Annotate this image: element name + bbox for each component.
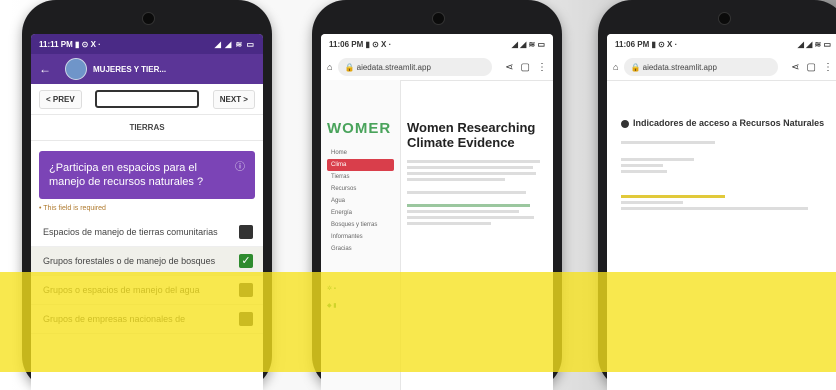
sidebar-item[interactable]: Home xyxy=(327,147,394,159)
survey-screen: 11:11 PM ▮ ⊙ X · ◢ ◢ ≋ ▭ ← MUJERES Y TIE… xyxy=(31,34,263,390)
more-icon[interactable]: ⋮ xyxy=(823,62,833,73)
status-bar: 11:11 PM ▮ ⊙ X · ◢ ◢ ≋ ▭ xyxy=(31,34,263,54)
option-label: Grupos o espacios de manejo del agua xyxy=(43,285,200,295)
sidebar-item[interactable]: Clima xyxy=(327,159,394,171)
sidebar-item[interactable]: Bosques y tierras xyxy=(327,219,394,231)
url-text: aiedata.streamlit.app xyxy=(356,62,431,72)
text-line xyxy=(407,172,536,175)
status-time: 11:06 PM ▮ ⊙ X · xyxy=(615,39,678,49)
status-icons: ◢ ◢ ≋ ▭ xyxy=(511,39,545,49)
text-line xyxy=(407,166,533,169)
sidebar-item[interactable]: Gracias xyxy=(327,243,394,255)
option-checkbox[interactable] xyxy=(239,225,253,239)
next-button[interactable]: NEXT > xyxy=(212,89,255,109)
sidebar-menu: Home Clima Tierras Recursos Agua Energía Bosqu… xyxy=(327,147,394,255)
tabs-icon[interactable]: ▢ xyxy=(521,62,530,73)
option-row[interactable]: Grupos de empresas nacionales de xyxy=(31,305,263,334)
sponsor-logo-icon: ✲ ▪ xyxy=(327,286,336,292)
text-line xyxy=(621,201,684,204)
status-time: 11:11 PM ▮ ⊙ X · xyxy=(39,39,101,49)
page-title: Women Researching Climate Evidence xyxy=(407,120,536,150)
text-line xyxy=(407,160,540,163)
option-label: Grupos forestales o de manejo de bosques xyxy=(43,256,216,266)
tabs-icon[interactable]: ▢ xyxy=(807,62,816,73)
sidebar-item[interactable]: Recursos xyxy=(327,183,394,195)
browser-bar: ⌂ 🔒 aiedata.streamlit.app ⋖ ▢ ⋮ xyxy=(607,54,836,81)
option-row[interactable]: Grupos forestales o de manejo de bosques… xyxy=(31,247,263,276)
option-label: Espacios de manejo de tierras comunitari… xyxy=(43,227,218,237)
text-line xyxy=(621,164,663,167)
highlight-line xyxy=(407,204,531,207)
text-line xyxy=(621,170,667,173)
dashboard-screen: 11:06 PM ▮ ⊙ X · ◢ ◢ ≋ ▭ ⌂ 🔒 aiedata.str… xyxy=(321,34,553,390)
url-text: aiedata.streamlit.app xyxy=(642,62,717,72)
browser-bar: ⌂ 🔒 aiedata.streamlit.app ⋖ ▢ ⋮ xyxy=(321,54,553,81)
required-note: • This field is required xyxy=(39,205,106,212)
question-card: ¿Participa en espacios para el manejo de… xyxy=(39,151,255,199)
address-bar[interactable]: 🔒 aiedata.streamlit.app xyxy=(624,58,779,76)
text-line xyxy=(621,141,715,144)
sidebar-item[interactable]: Informantes xyxy=(327,231,394,243)
back-arrow-icon[interactable]: ← xyxy=(39,62,59,76)
status-time: 11:06 PM ▮ ⊙ X · xyxy=(329,39,392,49)
home-icon[interactable]: ⌂ xyxy=(327,62,332,72)
text-line xyxy=(407,216,535,219)
share-icon[interactable]: ⋖ xyxy=(791,62,799,73)
front-camera xyxy=(718,12,731,25)
status-bar: 11:06 PM ▮ ⊙ X · ◢ ◢ ≋ ▭ xyxy=(321,34,553,54)
sidebar-item[interactable]: Energía xyxy=(327,207,394,219)
status-bar: 11:06 PM ▮ ⊙ X · ◢ ◢ ≋ ▭ xyxy=(607,34,836,54)
app-logo: WOMER xyxy=(327,120,392,137)
text-line xyxy=(621,207,809,210)
status-icons: ◢ ◢ ≋ ▭ xyxy=(214,39,255,49)
sidebar-item[interactable]: Agua xyxy=(327,195,394,207)
option-checkbox[interactable]: ✓ xyxy=(239,254,253,268)
phone-survey: 11:11 PM ▮ ⊙ X · ◢ ◢ ≋ ▭ ← MUJERES Y TIE… xyxy=(22,0,272,390)
question-text: ¿Participa en espacios para el manejo de… xyxy=(49,162,204,188)
form-title: MUJERES Y TIER... xyxy=(93,64,167,74)
indicators-title: Indicadores de acceso a Recursos Natural… xyxy=(621,118,829,129)
phone-indicators: 11:06 PM ▮ ⊙ X · ◢ ◢ ≋ ▭ ⌂ 🔒 aiedata.str… xyxy=(598,0,836,390)
section-title: TIERRAS xyxy=(31,114,263,141)
sponsor-logos: ✲ ▪ ◆ ▮ xyxy=(327,285,394,309)
app-sidebar: WOMER Home Clima Tierras Recursos Agua Energí… xyxy=(321,80,401,390)
page-navigation: < PREV NEXT > xyxy=(31,84,263,114)
option-row[interactable]: Grupos o espacios de manejo del agua xyxy=(31,276,263,305)
info-icon[interactable]: ⓘ xyxy=(235,161,245,189)
sponsor-logo-icon: ◆ ▮ xyxy=(327,303,337,309)
front-camera xyxy=(142,12,155,25)
share-icon[interactable]: ⋖ xyxy=(505,62,513,73)
phone-dashboard: 11:06 PM ▮ ⊙ X · ◢ ◢ ≋ ▭ ⌂ 🔒 aiedata.str… xyxy=(312,0,562,390)
text-line xyxy=(407,210,519,213)
highlight-line xyxy=(621,195,725,198)
home-icon[interactable]: ⌂ xyxy=(613,62,618,72)
indicators-main: Indicadores de acceso a Recursos Natural… xyxy=(621,118,829,213)
app-header: ← MUJERES Y TIER... xyxy=(31,54,263,84)
page-select[interactable] xyxy=(95,90,200,108)
bullet-icon xyxy=(621,119,629,128)
text-line xyxy=(621,158,694,161)
option-checkbox[interactable] xyxy=(239,283,253,297)
option-checkbox[interactable] xyxy=(239,312,253,326)
more-icon[interactable]: ⋮ xyxy=(537,62,547,73)
front-camera xyxy=(432,12,445,25)
option-row[interactable]: Espacios de manejo de tierras comunitari… xyxy=(31,218,263,247)
indicators-screen: 11:06 PM ▮ ⊙ X · ◢ ◢ ≋ ▭ ⌂ 🔒 aiedata.str… xyxy=(607,34,836,390)
options-list: Espacios de manejo de tierras comunitari… xyxy=(31,218,263,334)
text-line xyxy=(407,222,491,225)
page-main: Women Researching Climate Evidence xyxy=(407,120,547,228)
indicators-title-text: Indicadores de acceso a Recursos Natural… xyxy=(633,118,825,128)
text-line xyxy=(407,178,505,181)
status-icons: ◢ ◢ ≋ ▭ xyxy=(797,39,831,49)
option-label: Grupos de empresas nacionales de xyxy=(43,314,186,324)
address-bar[interactable]: 🔒 aiedata.streamlit.app xyxy=(338,58,493,76)
sidebar-item[interactable]: Tierras xyxy=(327,171,394,183)
form-avatar xyxy=(65,58,87,80)
prev-button[interactable]: < PREV xyxy=(39,89,82,109)
text-line xyxy=(407,191,526,194)
